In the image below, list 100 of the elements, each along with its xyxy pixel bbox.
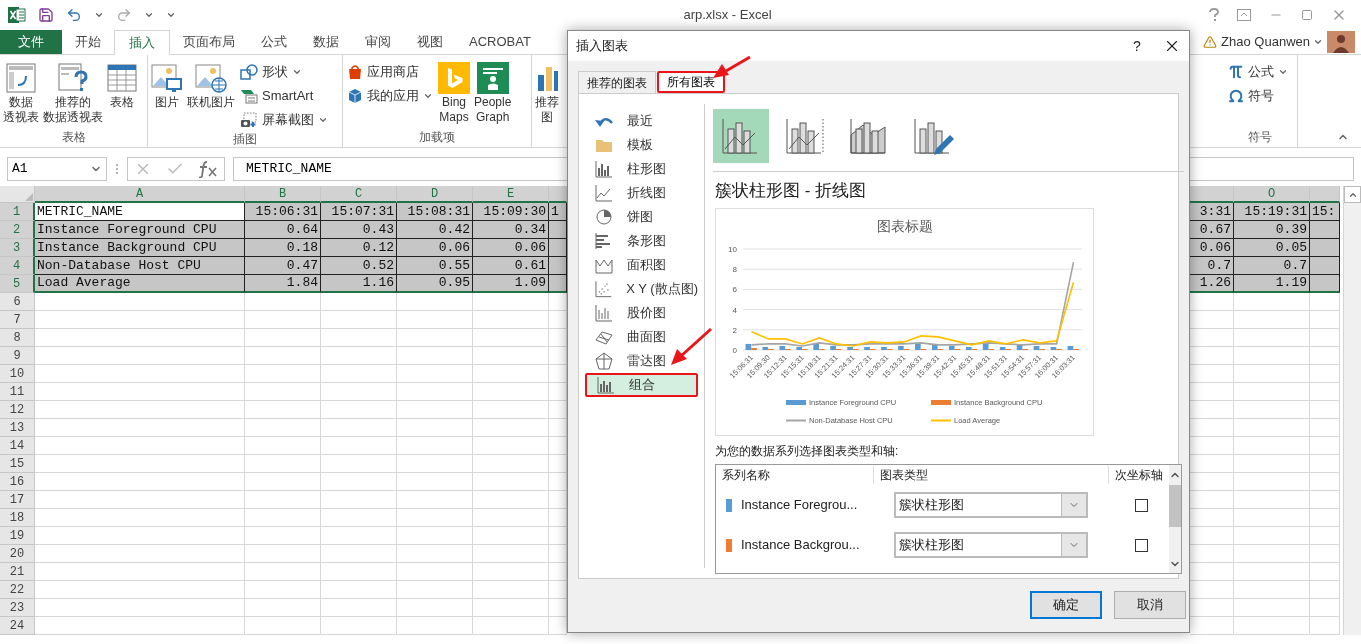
chart-type-select[interactable]: 簇状柱形图 xyxy=(894,532,1088,558)
table-cell[interactable]: 0.7 xyxy=(1234,257,1310,275)
undo-icon[interactable] xyxy=(66,7,82,23)
table-cell[interactable]: 15:08:31 xyxy=(397,203,473,221)
column-header[interactable]: A xyxy=(35,186,245,203)
secondary-axis-checkbox[interactable] xyxy=(1135,538,1148,552)
row-header[interactable]: 3 xyxy=(0,239,35,257)
row-header[interactable]: 8 xyxy=(0,329,35,347)
row-header[interactable]: 10 xyxy=(0,365,35,383)
table-cell[interactable]: 15:07:31 xyxy=(321,203,397,221)
ribbon-button[interactable]: 我的应用 xyxy=(345,85,435,107)
chart-type-item[interactable]: 组合 xyxy=(585,373,698,397)
ribbon-button[interactable]: People Graph xyxy=(473,59,513,125)
table-cell[interactable]: 0.67 xyxy=(1190,221,1234,239)
table-cell[interactable]: 0.61 xyxy=(473,257,549,275)
redo-icon[interactable] xyxy=(116,7,132,23)
row-header[interactable]: 4 xyxy=(0,257,35,275)
chart-type-select[interactable]: 簇状柱形图 xyxy=(894,492,1088,518)
row-header[interactable]: 17 xyxy=(0,491,35,509)
ribbon-button[interactable]: 图片 xyxy=(150,59,184,110)
table-cell[interactable]: Instance Background CPU xyxy=(35,239,245,257)
table-cell[interactable]: 1.09 xyxy=(473,275,549,293)
table-cell[interactable]: 15:06:31 xyxy=(245,203,321,221)
row-header[interactable]: 9 xyxy=(0,347,35,365)
ribbon-tab[interactable]: 审阅 xyxy=(352,30,404,54)
table-cell[interactable]: 15:09:30 xyxy=(473,203,549,221)
scrollbar-thumb[interactable] xyxy=(1169,485,1181,527)
table-cell[interactable] xyxy=(1310,239,1340,257)
row-header[interactable]: 14 xyxy=(0,437,35,455)
table-cell[interactable] xyxy=(1310,221,1340,239)
table-cell[interactable]: Non-Database Host CPU xyxy=(35,257,245,275)
column-header[interactable]: C xyxy=(321,186,397,203)
chart-type-item[interactable]: 面积图 xyxy=(585,253,698,277)
ribbon-button[interactable]: 表格 xyxy=(106,59,138,110)
ribbon-button[interactable]: 数据 透视表 xyxy=(2,59,40,125)
column-header[interactable]: O xyxy=(1234,186,1310,203)
ribbon-button[interactable]: 屏幕截图 xyxy=(238,109,330,131)
ribbon-button[interactable]: 符号 xyxy=(1226,85,1290,107)
row-header[interactable]: 13 xyxy=(0,419,35,437)
ribbon-button[interactable]: 公式 xyxy=(1226,61,1290,83)
ribbon-tab[interactable]: 公式 xyxy=(248,30,300,54)
chart-type-item[interactable]: 最近 xyxy=(585,109,698,133)
chart-type-item[interactable]: 曲面图 xyxy=(585,325,698,349)
column-header[interactable]: E xyxy=(473,186,549,203)
ribbon-button[interactable]: SmartArt xyxy=(238,85,330,107)
table-cell[interactable] xyxy=(549,257,567,275)
table-cell[interactable]: 1.26 xyxy=(1190,275,1234,293)
table-cell[interactable]: 0.43 xyxy=(321,221,397,239)
row-header[interactable]: 19 xyxy=(0,527,35,545)
row-header[interactable]: 11 xyxy=(0,383,35,401)
column-header[interactable] xyxy=(549,186,567,203)
table-cell[interactable] xyxy=(549,275,567,293)
ribbon-button[interactable]: 推荐 图 xyxy=(534,59,560,125)
dialog-button[interactable]: 确定 xyxy=(1030,591,1102,619)
save-icon[interactable] xyxy=(38,7,54,23)
row-header[interactable]: 7 xyxy=(0,311,35,329)
table-cell[interactable]: 0.34 xyxy=(473,221,549,239)
function-icon[interactable] xyxy=(198,160,218,178)
table-cell[interactable]: 0.05 xyxy=(1234,239,1310,257)
table-cell[interactable] xyxy=(1310,257,1340,275)
ribbon-tab[interactable]: 文件 xyxy=(0,30,62,54)
chart-type-item[interactable]: X Y (散点图) xyxy=(585,277,698,301)
chart-type-item[interactable]: 柱形图 xyxy=(585,157,698,181)
chart-type-item[interactable]: 折线图 xyxy=(585,181,698,205)
row-header[interactable]: 1 xyxy=(0,203,35,221)
table-cell[interactable]: 0.06 xyxy=(397,239,473,257)
chart-subtype-button[interactable] xyxy=(713,109,769,163)
excel-logo-icon[interactable] xyxy=(8,6,26,24)
ribbon-tab[interactable]: 页面布局 xyxy=(170,30,248,54)
help-button[interactable]: ? xyxy=(1125,35,1149,57)
row-header[interactable]: 18 xyxy=(0,509,35,527)
table-cell[interactable]: Instance Foreground CPU xyxy=(35,221,245,239)
dialog-tab[interactable]: 所有图表 xyxy=(657,71,725,93)
table-cell[interactable] xyxy=(549,239,567,257)
row-header[interactable]: 6 xyxy=(0,293,35,311)
column-header[interactable]: B xyxy=(245,186,321,203)
table-cell[interactable]: 3:31 xyxy=(1190,203,1234,221)
ribbon-tab[interactable]: 数据 xyxy=(300,30,352,54)
ribbon-tab[interactable]: 视图 xyxy=(404,30,456,54)
row-header[interactable]: 22 xyxy=(0,581,35,599)
row-header[interactable]: 24 xyxy=(0,617,35,635)
user-account-button[interactable]: Zhao Quanwen xyxy=(1221,32,1323,52)
name-box[interactable]: A1 xyxy=(7,157,107,181)
ribbon-button[interactable]: 形状 xyxy=(238,61,330,83)
row-header[interactable]: 16 xyxy=(0,473,35,491)
dialog-tab[interactable]: 推荐的图表 xyxy=(578,71,656,93)
table-cell[interactable]: 1.16 xyxy=(321,275,397,293)
row-header[interactable]: 5 xyxy=(0,275,35,293)
table-cell[interactable]: 15:19:31 xyxy=(1234,203,1310,221)
table-cell[interactable]: 15: xyxy=(1310,203,1340,221)
secondary-axis-checkbox[interactable] xyxy=(1135,498,1148,512)
table-cell[interactable]: 1.84 xyxy=(245,275,321,293)
table-cell[interactable]: 0.64 xyxy=(245,221,321,239)
table-cell[interactable] xyxy=(1310,275,1340,293)
chart-type-item[interactable]: 股价图 xyxy=(585,301,698,325)
row-header[interactable]: 12 xyxy=(0,401,35,419)
table-cell[interactable]: 0.06 xyxy=(1190,239,1234,257)
table-cell[interactable]: 0.7 xyxy=(1190,257,1234,275)
chart-type-item[interactable]: 条形图 xyxy=(585,229,698,253)
column-header[interactable] xyxy=(1310,186,1340,203)
